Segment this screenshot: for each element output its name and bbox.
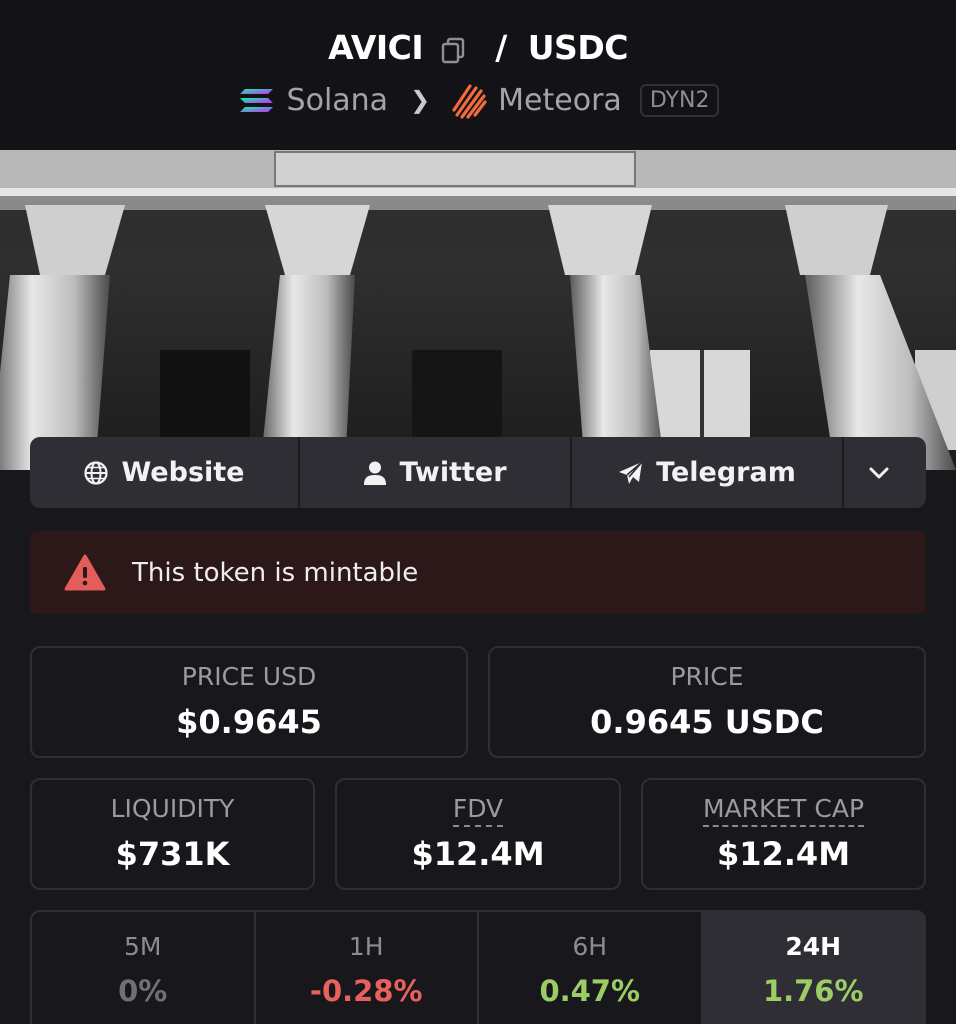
- fdv-label-tooltip[interactable]: FDV: [337, 794, 619, 827]
- paper-plane-icon: [619, 460, 643, 484]
- solana-logo-icon: [237, 80, 277, 120]
- warning-text: This token is mintable: [132, 557, 419, 588]
- liquidity-value: $731K: [115, 835, 230, 873]
- tab-1h[interactable]: 1H -0.28%: [256, 912, 479, 1024]
- telegram-button[interactable]: Telegram: [572, 437, 844, 508]
- token-banner-image: [0, 150, 956, 470]
- fdv-card: FDV $12.4M: [335, 778, 621, 890]
- twitter-label: Twitter: [399, 457, 507, 488]
- pool-type-badge: DYN2: [639, 83, 720, 117]
- breadcrumb: Solana ❯ Meteora DYN2: [0, 80, 956, 120]
- market-cap-label-tooltip[interactable]: MARKET CAP: [643, 794, 924, 827]
- change-label: 1H: [348, 932, 384, 961]
- website-label: Website: [121, 457, 245, 488]
- chain-link[interactable]: Solana: [287, 83, 389, 118]
- fdv-value: $12.4M: [411, 835, 545, 873]
- twitter-button[interactable]: Twitter: [300, 437, 572, 508]
- market-cap-card: MARKET CAP $12.4M: [641, 778, 926, 890]
- telegram-label: Telegram: [656, 457, 796, 488]
- warning-triangle-icon: [64, 554, 106, 590]
- change-value: 0%: [118, 974, 168, 1008]
- change-value: 0.47%: [539, 974, 641, 1008]
- base-symbol: AVICI: [328, 28, 424, 67]
- mintable-warning: This token is mintable: [30, 531, 926, 614]
- change-label: 6H: [572, 932, 608, 961]
- more-links-button[interactable]: [844, 437, 926, 508]
- market-cap-label: MARKET CAP: [702, 794, 865, 827]
- tab-6h[interactable]: 6H 0.47%: [479, 912, 703, 1024]
- tab-5m[interactable]: 5M 0%: [32, 912, 256, 1024]
- pair-title: AVICI / USDC: [0, 26, 956, 67]
- liquidity-card: LIQUIDITY $731K: [30, 778, 315, 890]
- change-label: 5M: [124, 932, 162, 961]
- pair-separator: /: [495, 28, 507, 67]
- change-value: 1.76%: [762, 974, 864, 1008]
- change-label: 24H: [785, 932, 842, 961]
- price-value: 0.9645 USDC: [590, 703, 824, 741]
- price-usd-label: PRICE USD: [181, 662, 317, 691]
- market-cap-value: $12.4M: [716, 835, 851, 873]
- dex-link[interactable]: Meteora: [498, 83, 622, 118]
- meteora-logo-icon: [448, 80, 488, 120]
- chevron-down-icon: [869, 467, 889, 478]
- chevron-right-icon: ❯: [410, 86, 431, 114]
- liquidity-label: LIQUIDITY: [110, 794, 235, 823]
- change-value: -0.28%: [309, 974, 423, 1008]
- copy-icon[interactable]: [440, 34, 466, 63]
- price-card: PRICE 0.9645 USDC: [488, 646, 926, 758]
- website-button[interactable]: Website: [30, 437, 300, 508]
- price-usd-value: $0.9645: [176, 703, 322, 741]
- quote-symbol: USDC: [527, 28, 629, 67]
- social-links-bar: Website Twitter Telegram: [30, 437, 926, 508]
- tab-24h[interactable]: 24H 1.76%: [702, 912, 924, 1024]
- fdv-label: FDV: [452, 794, 504, 827]
- price-label: PRICE: [670, 662, 744, 691]
- globe-icon: [84, 460, 109, 485]
- price-change-tabs: 5M 0% 1H -0.28% 6H 0.47% 24H 1.76%: [30, 910, 926, 1024]
- price-usd-card: PRICE USD $0.9645: [30, 646, 468, 758]
- pair-header: AVICI / USDC Solana ❯ Meteora DYN2: [0, 0, 956, 150]
- user-icon: [364, 461, 387, 485]
